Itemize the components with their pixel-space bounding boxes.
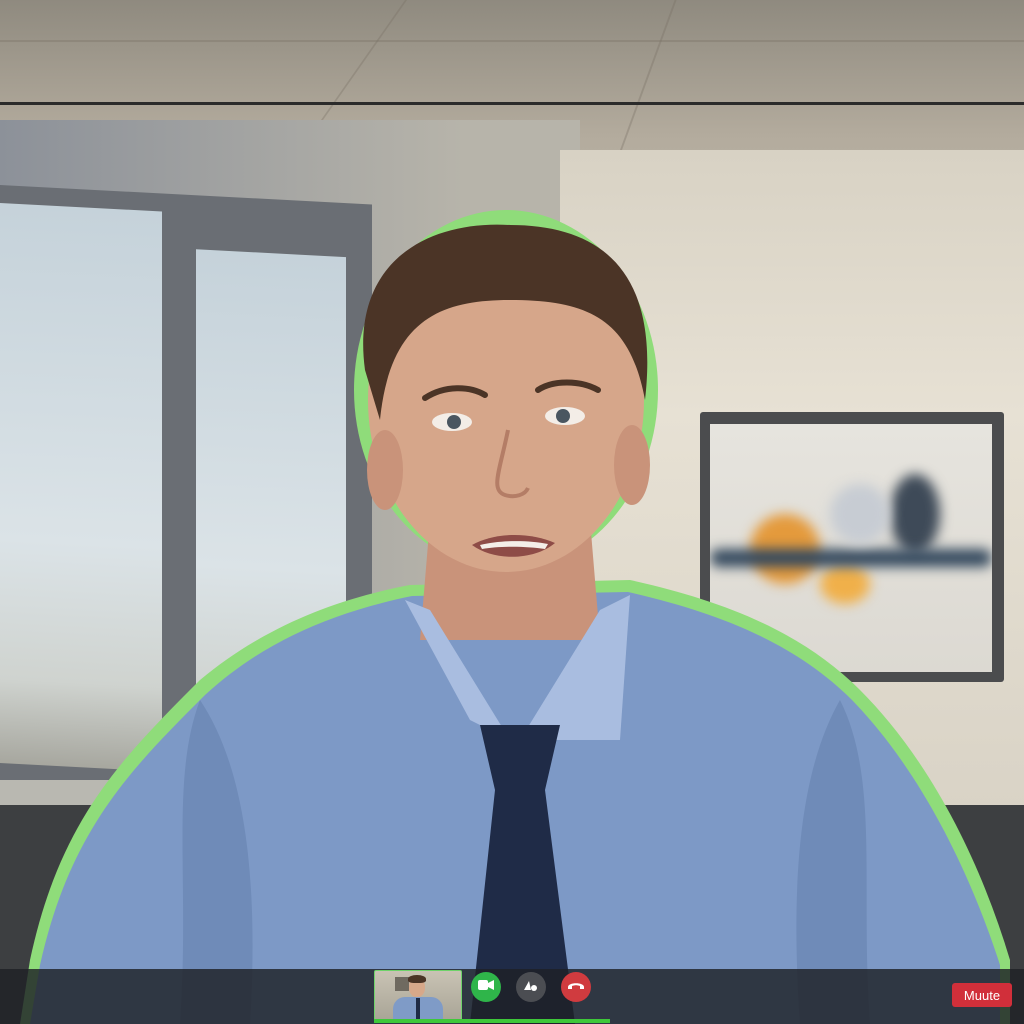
call-control-bar <box>0 969 1024 1024</box>
share-icon <box>523 978 539 997</box>
hang-up-button[interactable] <box>561 972 591 1002</box>
video-toggle-button[interactable] <box>471 972 501 1002</box>
mute-button[interactable]: Muute <box>952 983 1012 1007</box>
mute-label: Muute <box>963 987 1001 1003</box>
active-speaker-indicator <box>374 1019 610 1023</box>
self-view-thumbnail[interactable] <box>374 970 462 1022</box>
phone-hangup-icon <box>567 978 585 996</box>
remote-video-feed <box>0 0 1024 1024</box>
share-button[interactable] <box>516 972 546 1002</box>
video-camera-icon <box>478 978 494 996</box>
participant-video <box>0 0 1024 1024</box>
